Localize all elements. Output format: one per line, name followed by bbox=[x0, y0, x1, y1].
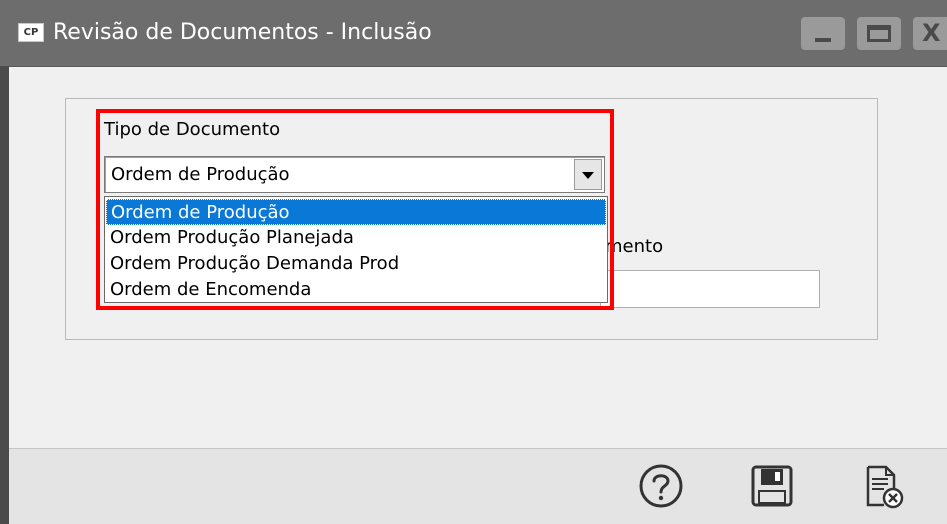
window-left-border bbox=[0, 66, 9, 524]
maximize-icon bbox=[867, 25, 891, 42]
button-bar bbox=[9, 448, 947, 524]
minimize-icon bbox=[815, 38, 831, 42]
save-icon[interactable] bbox=[749, 463, 795, 509]
dialog-window: CP Revisão de Documentos - Inclusão X me… bbox=[0, 0, 947, 524]
document-number-input[interactable] bbox=[600, 270, 820, 308]
cancel-document-icon[interactable] bbox=[860, 463, 906, 509]
maximize-button[interactable] bbox=[857, 17, 901, 50]
close-icon: X bbox=[922, 19, 941, 47]
minimize-button[interactable] bbox=[801, 17, 845, 50]
close-button[interactable]: X bbox=[913, 17, 947, 50]
app-icon[interactable]: CP bbox=[18, 23, 44, 42]
annotation-highlight-box bbox=[96, 109, 614, 310]
title-bar[interactable]: CP Revisão de Documentos - Inclusão X bbox=[0, 0, 947, 67]
window-title: Revisão de Documentos - Inclusão bbox=[53, 20, 432, 45]
help-icon[interactable] bbox=[638, 463, 684, 509]
